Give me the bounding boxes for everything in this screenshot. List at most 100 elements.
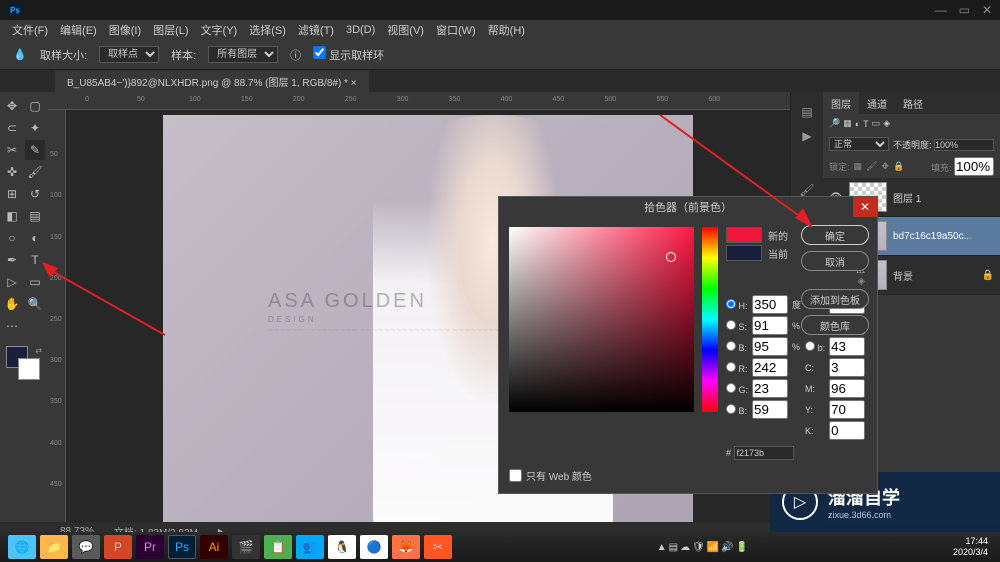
taskbar-app-firefox[interactable]: 🦊 [392, 535, 420, 559]
taskbar-app-chrome[interactable]: 🔵 [360, 535, 388, 559]
taskbar-app-wechat[interactable]: 💬 [72, 535, 100, 559]
zoom-tool[interactable]: 🔍 [25, 294, 45, 314]
hsb-s-input[interactable] [752, 316, 788, 335]
cmyk-k-input[interactable] [829, 421, 865, 440]
eyedropper-tool[interactable]: ✎ [25, 140, 45, 160]
path-tool[interactable]: ▷ [2, 272, 22, 292]
tab-paths[interactable]: 路径 [895, 92, 931, 114]
rgb-g-radio[interactable]: G: [726, 383, 748, 395]
add-swatch-button[interactable]: 添加到色板 [801, 289, 869, 309]
gradient-tool[interactable]: ▤ [25, 206, 45, 226]
taskbar-app-explorer[interactable]: 📁 [40, 535, 68, 559]
taskbar-app-qq[interactable]: 🐧 [328, 535, 356, 559]
taskbar-app-snip[interactable]: ✂ [424, 535, 452, 559]
background-color-swatch[interactable] [18, 358, 40, 380]
eyedropper-icon[interactable]: 💧 [12, 47, 28, 63]
menu-edit[interactable]: 编辑(E) [56, 20, 101, 40]
tab-close-icon[interactable]: × [351, 78, 357, 89]
lab-b-input[interactable] [829, 337, 865, 356]
rgb-b-radio[interactable]: B: [726, 404, 748, 416]
play-icon[interactable]: ▶ [791, 124, 823, 148]
move-tool[interactable]: ✥ [2, 96, 22, 116]
cancel-button[interactable]: 取消 [801, 251, 869, 271]
filter-pixel-icon[interactable]: ▦ [843, 118, 852, 129]
menu-help[interactable]: 帮助(H) [484, 20, 529, 40]
rgb-b-input[interactable] [752, 400, 788, 419]
hsb-b-input[interactable] [752, 337, 788, 356]
taskbar-app-video[interactable]: 🎬 [232, 535, 260, 559]
hue-slider[interactable] [702, 227, 718, 412]
taskbar-app-premiere[interactable]: Pr [136, 535, 164, 559]
blend-mode-select[interactable]: 正常 [829, 137, 889, 151]
menu-image[interactable]: 图像(I) [105, 20, 145, 40]
hsb-s-radio[interactable]: S: [726, 320, 748, 332]
rgb-r-radio[interactable]: R: [726, 362, 748, 374]
clone-tool[interactable]: ⊞ [2, 184, 22, 204]
menu-type[interactable]: 文字(Y) [197, 20, 242, 40]
maximize-icon[interactable]: ▭ [959, 3, 970, 17]
fill-input[interactable] [954, 157, 994, 176]
brush-tool[interactable]: 🖌 [25, 162, 45, 182]
rgb-r-input[interactable] [752, 358, 788, 377]
sample-select[interactable]: 所有图层 [208, 46, 278, 63]
document-tab[interactable]: B_U85AB4~')}892@NLXHDR.png @ 88.7% (图层 1… [55, 71, 369, 92]
dodge-tool[interactable]: ◐ [25, 228, 45, 248]
crop-tool[interactable]: ✂ [2, 140, 22, 160]
tab-layers[interactable]: 图层 [823, 92, 859, 114]
menu-filter[interactable]: 滤镜(T) [294, 20, 338, 40]
taskbar-app-powerpoint[interactable]: P [104, 535, 132, 559]
close-icon[interactable]: ✕ [982, 3, 992, 17]
hsb-h-radio[interactable]: H: [726, 299, 748, 311]
more-tools[interactable]: ⋯ [2, 316, 22, 336]
menu-3d[interactable]: 3D(D) [342, 22, 379, 38]
lock-position-icon[interactable]: ✥ [881, 161, 889, 172]
web-colors-checkbox[interactable]: 只有 Web 颜色 [509, 468, 865, 483]
pen-tool[interactable]: ✒ [2, 250, 22, 270]
opacity-input[interactable] [934, 139, 994, 151]
blur-tool[interactable]: ○ [2, 228, 22, 248]
hand-tool[interactable]: ✋ [2, 294, 22, 314]
taskbar-app-photoshop[interactable]: Ps [168, 535, 196, 559]
taskbar-app-notes[interactable]: 📋 [264, 535, 292, 559]
magic-wand-tool[interactable]: ✦ [25, 118, 45, 138]
rgb-g-input[interactable] [752, 379, 788, 398]
color-libraries-button[interactable]: 颜色库 [801, 315, 869, 335]
filter-icon[interactable]: 🔎 [829, 118, 840, 129]
shape-tool[interactable]: ▭ [25, 272, 45, 292]
menu-file[interactable]: 文件(F) [8, 20, 52, 40]
current-color-swatch[interactable] [726, 245, 762, 261]
lasso-tool[interactable]: ⊂ [2, 118, 22, 138]
lock-transparency-icon[interactable]: ▦ [854, 161, 863, 172]
color-field[interactable] [509, 227, 694, 412]
minimize-icon[interactable]: — [935, 3, 947, 17]
history-brush-tool[interactable]: ↺ [25, 184, 45, 204]
taskbar-app-illustrator[interactable]: Ai [200, 535, 228, 559]
menu-layer[interactable]: 图层(L) [149, 20, 192, 40]
hex-input[interactable] [734, 446, 794, 460]
filter-adjust-icon[interactable]: ◐ [855, 119, 860, 129]
taskbar-app-browser[interactable]: 🌐 [8, 535, 36, 559]
filter-smart-icon[interactable]: ◈ [883, 118, 890, 129]
close-button[interactable]: ✕ [853, 197, 877, 217]
healing-tool[interactable]: ✜ [2, 162, 22, 182]
swap-colors-icon[interactable]: ⇄ [35, 346, 42, 355]
taskbar-app-social[interactable]: 👥 [296, 535, 324, 559]
filter-shape-icon[interactable]: ▭ [872, 118, 881, 129]
filter-type-icon[interactable]: T [863, 119, 869, 129]
history-icon[interactable]: ▤ [791, 100, 823, 124]
menu-select[interactable]: 选择(S) [245, 20, 290, 40]
lab-b-radio[interactable]: b: [805, 341, 825, 353]
cmyk-c-input[interactable] [829, 358, 865, 377]
eraser-tool[interactable]: ◧ [2, 206, 22, 226]
hsb-b-radio[interactable]: B: [726, 341, 748, 353]
cmyk-m-input[interactable] [829, 379, 865, 398]
sample-size-select[interactable]: 取样点 [99, 46, 159, 63]
type-tool[interactable]: T [25, 250, 45, 270]
menu-view[interactable]: 视图(V) [383, 20, 428, 40]
lock-paint-icon[interactable]: 🖌 [866, 161, 877, 172]
system-tray[interactable]: ▲▤☁🛡📶🔊🔋 [657, 542, 748, 553]
cmyk-y-input[interactable] [829, 400, 865, 419]
hsb-h-input[interactable] [752, 295, 788, 314]
tab-channels[interactable]: 通道 [859, 92, 895, 114]
info-icon[interactable]: ⓘ [290, 47, 301, 63]
